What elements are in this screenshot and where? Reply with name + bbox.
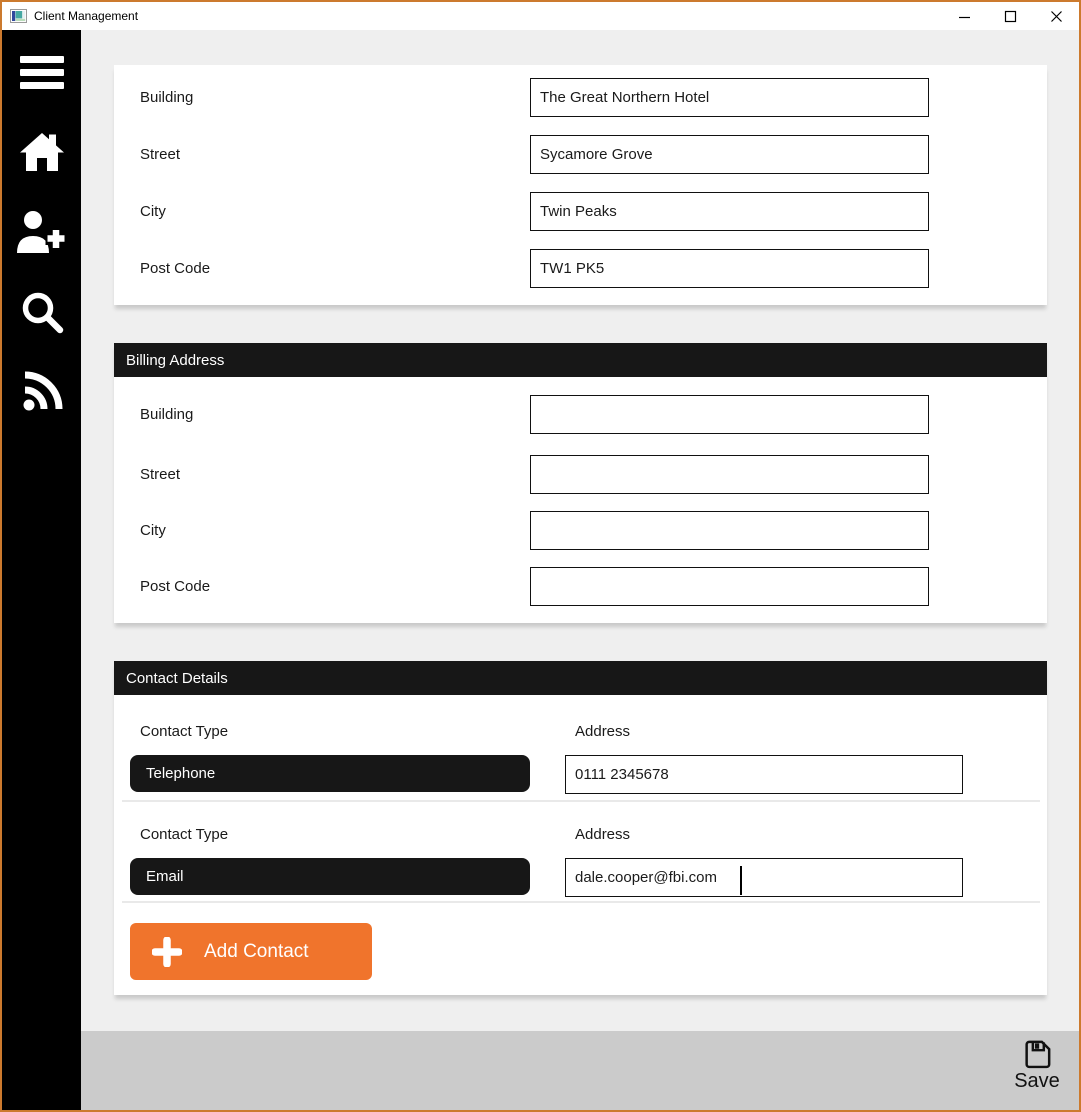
sidebar-item-feed[interactable]: [2, 363, 81, 421]
sidebar-item-add-client[interactable]: [2, 203, 81, 261]
home-icon: [19, 132, 64, 171]
feed-icon: [23, 371, 62, 411]
text-cursor: [740, 866, 742, 895]
billing-building-label: Building: [140, 406, 194, 423]
street-label: Street: [140, 146, 181, 163]
app-icon: [10, 9, 27, 23]
postcode-input[interactable]: [530, 249, 929, 288]
minimize-icon: [958, 16, 970, 18]
contact-address-input[interactable]: [565, 755, 963, 794]
billing-postcode-input[interactable]: [530, 567, 929, 606]
billing-address-panel: Billing Address Building Street City Pos…: [114, 343, 1047, 623]
contact-address-label: Address: [575, 723, 631, 740]
app-window: Client Management Building The Great Nor…: [0, 0, 1081, 1112]
billing-city-input[interactable]: [530, 511, 929, 550]
address-panel: Building Street City Post Code: [114, 65, 1047, 305]
maximize-button[interactable]: [987, 2, 1033, 30]
billing-street-input[interactable]: [530, 455, 929, 494]
footer-bar: Save: [81, 1031, 1079, 1110]
sidebar-item-home[interactable]: [2, 122, 81, 180]
plus-icon: [152, 936, 182, 967]
building-input[interactable]: [530, 78, 929, 117]
main-content: Building Street City Post Code Billing A…: [81, 30, 1079, 1110]
building-label: Building: [140, 89, 194, 106]
maximize-icon: [1004, 10, 1016, 22]
row-divider: [122, 800, 1040, 802]
add-contact-button[interactable]: Add Contact: [130, 923, 372, 980]
contact-type-dropdown[interactable]: Telephone: [130, 755, 530, 792]
titlebar: Client Management: [2, 2, 1079, 30]
minimize-button[interactable]: [941, 2, 987, 30]
contact-type-label: Contact Type: [140, 826, 229, 843]
sidebar-item-menu[interactable]: [2, 43, 81, 101]
billing-street-label: Street: [140, 466, 181, 483]
add-client-icon: [16, 211, 66, 253]
city-input[interactable]: [530, 192, 929, 231]
contact-address-label: Address: [575, 826, 631, 843]
contact-details-panel: Contact Details Contact Type Address Tel…: [114, 661, 1047, 995]
close-icon: [1050, 10, 1062, 22]
billing-address-header: Billing Address: [114, 343, 1047, 377]
postcode-label: Post Code: [140, 260, 211, 277]
city-label: City: [140, 203, 166, 220]
close-button[interactable]: [1033, 2, 1079, 30]
save-button[interactable]: Save: [1007, 1038, 1067, 1104]
sidebar: [2, 30, 81, 1110]
menu-icon: [19, 55, 64, 89]
window-controls: [941, 2, 1079, 30]
street-input[interactable]: [530, 135, 929, 174]
contact-type-label: Contact Type: [140, 723, 229, 740]
contact-details-header: Contact Details: [114, 661, 1047, 695]
add-contact-label: Add Contact: [204, 940, 309, 962]
save-icon: [1024, 1040, 1050, 1069]
window-title: Client Management: [34, 9, 139, 23]
sidebar-item-search[interactable]: [2, 283, 81, 341]
billing-building-input[interactable]: [530, 395, 929, 434]
contact-address-input[interactable]: [565, 858, 963, 897]
row-divider: [122, 901, 1040, 903]
search-icon: [22, 292, 63, 334]
billing-city-label: City: [140, 522, 166, 539]
billing-postcode-label: Post Code: [140, 578, 211, 595]
save-label: Save: [1014, 1070, 1060, 1092]
contact-type-dropdown[interactable]: Email: [130, 858, 530, 895]
